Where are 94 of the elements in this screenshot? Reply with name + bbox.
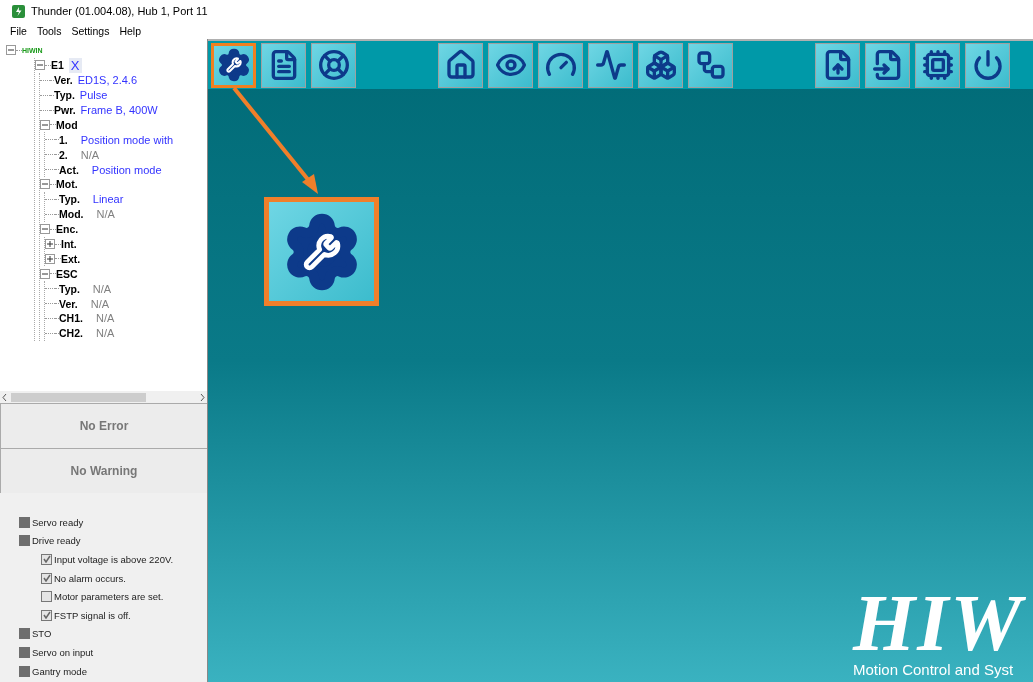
minus-icon [8, 47, 14, 54]
toolbar-button[interactable] [638, 42, 683, 88]
tree-label: Typ. [59, 193, 81, 206]
error-panel: No Error [0, 403, 207, 448]
checkbox-label: FSTP signal is off. [54, 609, 131, 621]
toolbar-button[interactable] [865, 42, 910, 88]
status-label: Drive ready [32, 535, 81, 547]
tree-label: Mod. [59, 208, 85, 221]
minus-icon [42, 226, 48, 233]
checkbox[interactable] [41, 554, 52, 565]
status-label: Servo ready [32, 516, 84, 528]
plus-icon [47, 241, 53, 247]
blocks-icon [644, 49, 677, 81]
tree-label: Int. [61, 238, 78, 250]
toolbar-button[interactable] [311, 42, 356, 88]
toolbar-button[interactable] [438, 42, 483, 88]
status-label: Servo on input [32, 646, 94, 658]
status-label: STO [32, 628, 52, 640]
tree-value: N/A [95, 327, 115, 340]
menu-item[interactable]: Settings [71, 24, 110, 37]
tree-label: 1. [59, 133, 69, 146]
tree-value: X [68, 57, 82, 73]
tree-expander[interactable] [40, 268, 50, 279]
tree-expander[interactable] [40, 119, 50, 130]
tree-value: N/A [92, 282, 112, 295]
tree-value: Linear [92, 193, 124, 206]
chevron-left-icon[interactable] [2, 393, 7, 401]
chevron-right-icon[interactable] [200, 393, 205, 401]
logo-tagline: Motion Control and Syst [853, 661, 1014, 678]
warning-panel: No Warning [0, 448, 207, 493]
toolbar-button[interactable] [815, 42, 860, 88]
tree-label: CH2. [59, 327, 84, 340]
plus-icon [47, 255, 53, 262]
toolbar-button[interactable] [965, 42, 1010, 88]
toolbar-button[interactable] [488, 42, 533, 88]
toolbar-button[interactable] [211, 42, 256, 88]
app-icon [12, 4, 25, 18]
checkbox-label: No alarm occurs. [54, 572, 126, 584]
checkbox[interactable] [41, 609, 52, 621]
tree-value: ED1S, 2.4.6 [77, 74, 138, 87]
tree-expander[interactable] [40, 179, 50, 190]
tree-label: Ext. [61, 252, 82, 265]
horizontal-scrollbar[interactable] [0, 391, 207, 403]
checkbox[interactable] [41, 572, 52, 584]
minus-icon [37, 62, 43, 69]
minus-icon [42, 121, 48, 128]
tree-label: Ver. [54, 74, 74, 87]
tree-label: Typ. [59, 282, 81, 295]
toolbar-button[interactable] [688, 42, 733, 88]
nodes-icon [694, 49, 727, 81]
tree-expander[interactable] [40, 224, 50, 235]
minus-icon [42, 270, 48, 277]
wave-icon [594, 49, 627, 81]
tree-expander[interactable] [6, 45, 16, 56]
tree-expander[interactable] [45, 253, 55, 264]
tree-value: N/A [80, 148, 100, 161]
tree-label: Pwr. [54, 104, 77, 116]
minus-icon [42, 181, 48, 188]
tree-label: ESC [56, 267, 79, 280]
tree-value: Position mode with [80, 133, 174, 146]
toolbar-button[interactable] [538, 42, 583, 88]
tree-label: 2. [59, 148, 69, 161]
menu-item[interactable]: File [10, 24, 27, 37]
tree-value: Frame B, 400W [80, 104, 158, 116]
tree-label: Ver. [59, 297, 79, 310]
tree-value: Position mode [91, 163, 162, 176]
house-icon [444, 49, 477, 81]
brand-logo: HIW [853, 585, 1024, 661]
tree-value: N/A [96, 208, 115, 221]
window-title: Thunder (01.004.08), Hub 1, Port 11 [31, 5, 208, 17]
checkbox-label: Input voltage is above 220V. [54, 554, 174, 565]
toolbar-button[interactable] [915, 42, 960, 88]
status-label: Gantry mode [32, 665, 87, 677]
toolbar-button[interactable] [588, 42, 633, 88]
menu-item[interactable]: Tools [36, 24, 62, 37]
tree-label: Mod [56, 118, 79, 131]
tree-label: Mot. [56, 178, 79, 191]
tree-value: N/A [90, 297, 110, 310]
tree-expander[interactable] [35, 60, 45, 71]
tree-value: N/A [95, 312, 115, 325]
checkbox[interactable] [41, 591, 52, 603]
tree-label: Enc. [56, 223, 80, 236]
power-icon [971, 49, 1004, 81]
tree-label: E1 [51, 59, 65, 72]
tree-label: Act. [59, 163, 80, 176]
chip-icon [921, 49, 954, 81]
menu-item[interactable]: Help [119, 24, 141, 37]
checkbox-label: Motor parameters are set. [54, 591, 164, 603]
tree-label: Typ. [54, 89, 76, 102]
gear-wrench-icon [216, 48, 251, 82]
tree-label: CH1. [59, 312, 84, 325]
tree-expander[interactable] [45, 239, 55, 249]
tree-value: Pulse [79, 89, 108, 102]
toolbar-button[interactable] [261, 42, 306, 88]
